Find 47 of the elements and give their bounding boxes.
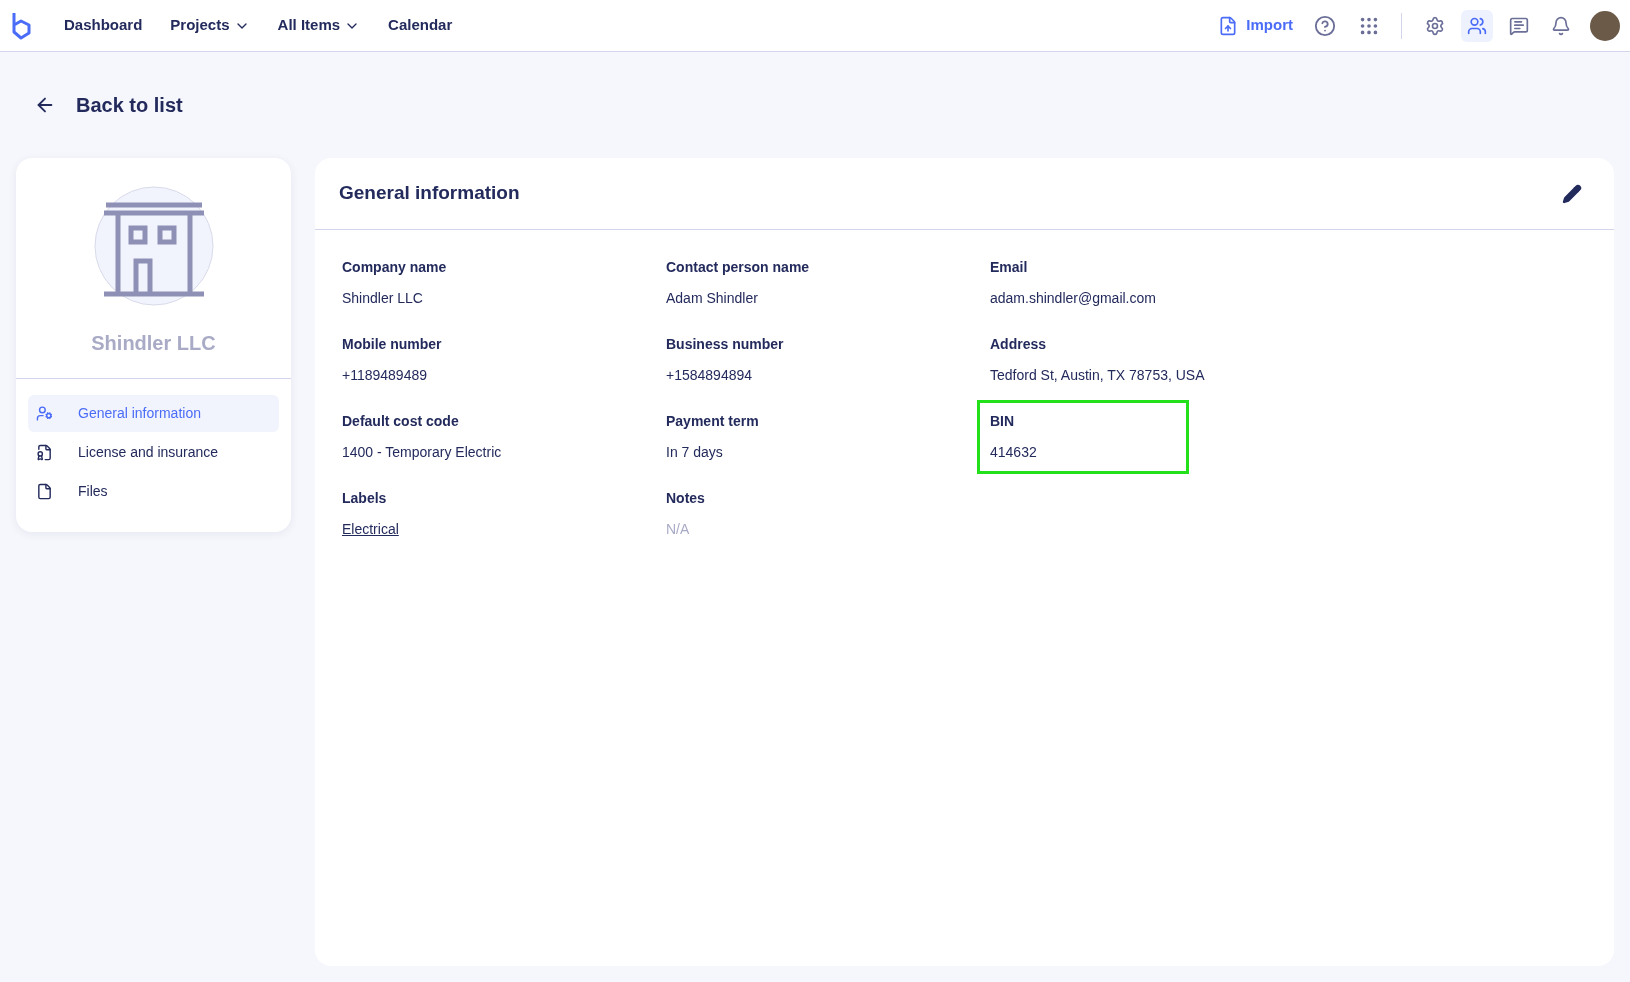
field-value: +1189489489 xyxy=(342,366,428,385)
company-name: Shindler LLC xyxy=(91,331,216,356)
back-to-list-link[interactable]: Back to list xyxy=(76,90,183,120)
field-label: Default cost code xyxy=(342,412,460,431)
panel-title: General information xyxy=(339,181,520,206)
field-label: Email xyxy=(990,258,1029,277)
building-icon xyxy=(93,186,214,306)
field-label: BIN xyxy=(990,412,1016,431)
file-upload-icon xyxy=(1218,15,1239,36)
field-label: Mobile number xyxy=(342,335,443,354)
sidebar-item[interactable]: License and insurance xyxy=(28,434,279,471)
field-label: Payment term xyxy=(666,412,760,431)
user-gear-icon xyxy=(36,405,53,422)
field-label: Business number xyxy=(666,335,785,354)
field-value: +1584894894 xyxy=(666,366,754,385)
field-value: Adam Shindler xyxy=(666,289,759,308)
field-label: Contact person name xyxy=(666,258,811,277)
field-value: Tedford St, Austin, TX 78753, USA xyxy=(990,366,1205,385)
field-label: Address xyxy=(990,335,1048,354)
sidebar-item[interactable]: General information xyxy=(28,395,279,432)
field-value: In 7 days xyxy=(666,443,724,462)
document-badge-icon xyxy=(36,444,53,461)
nav-menu-item[interactable]: All Items xyxy=(263,14,375,37)
field-value: adam.shindler@gmail.com xyxy=(990,289,1157,308)
field-value: 414632 xyxy=(990,443,1038,462)
settings-icon xyxy=(1425,15,1445,36)
nav-menu-item[interactable]: Dashboard xyxy=(50,14,157,37)
nav-menu-item[interactable]: Projects xyxy=(156,14,264,37)
label-link[interactable]: Electrical xyxy=(342,519,399,540)
messages-icon xyxy=(1509,15,1529,36)
field-value: 1400 - Temporary Electric xyxy=(342,443,503,462)
people-icon xyxy=(1467,15,1487,36)
field-value: N/A xyxy=(666,520,691,539)
field-value: Shindler LLC xyxy=(342,289,424,308)
field-label: Labels xyxy=(342,489,388,508)
sidebar-item[interactable]: Files xyxy=(28,473,279,510)
bell-icon xyxy=(1551,15,1571,36)
nav-menu-item[interactable]: Calendar xyxy=(374,14,467,37)
field-label: Company name xyxy=(342,258,448,277)
avatar[interactable] xyxy=(1590,10,1620,41)
field-label: Notes xyxy=(666,489,706,508)
file-icon xyxy=(36,483,53,500)
people-button[interactable] xyxy=(1461,9,1493,42)
pencil-icon xyxy=(1562,183,1582,204)
import-button[interactable]: Import xyxy=(1210,14,1301,37)
help-icon xyxy=(1314,14,1336,37)
edit-button[interactable] xyxy=(1562,183,1582,204)
